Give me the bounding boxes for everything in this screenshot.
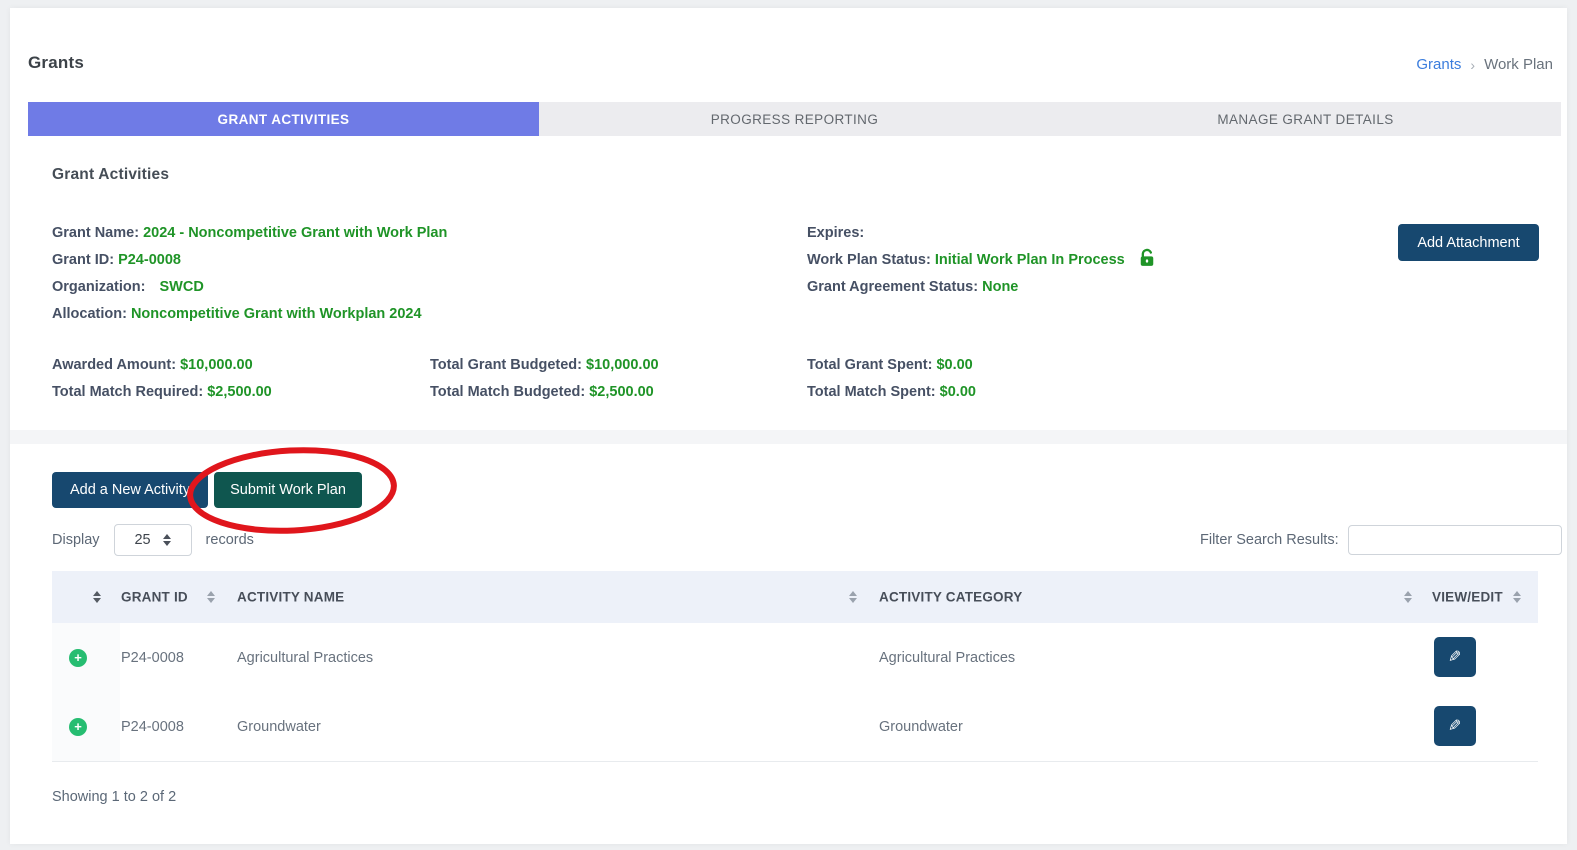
grant-name-label: Grant Name: xyxy=(52,225,139,241)
total-grant-spent-value: $0.00 xyxy=(936,357,972,373)
awarded-amount-label: Awarded Amount: xyxy=(52,357,176,373)
unlock-icon xyxy=(1137,248,1157,278)
filter-label: Filter Search Results: xyxy=(1200,532,1339,548)
records-label: records xyxy=(206,532,254,548)
total-match-budgeted-value: $2,500.00 xyxy=(589,384,654,400)
main-card: Grants Grants › Work Plan GRANT ACTIVITI… xyxy=(10,8,1567,844)
edit-row-button[interactable]: ✎ xyxy=(1434,637,1476,677)
breadcrumb-grants-link[interactable]: Grants xyxy=(1416,56,1461,73)
organization-label: Organization: xyxy=(52,279,145,295)
total-grant-spent-line: Total Grant Spent: $0.00 xyxy=(807,352,976,379)
total-grant-spent-label: Total Grant Spent: xyxy=(807,357,932,373)
awarded-amount-value: $10,000.00 xyxy=(180,357,253,373)
total-grant-budgeted-value: $10,000.00 xyxy=(586,357,659,373)
total-match-budgeted-label: Total Match Budgeted: xyxy=(430,384,585,400)
breadcrumb: Grants › Work Plan xyxy=(1416,56,1553,73)
expand-row-plus-icon[interactable]: + xyxy=(69,649,87,667)
total-match-budgeted-line: Total Match Budgeted: $2,500.00 xyxy=(430,379,659,406)
sort-icon[interactable] xyxy=(1404,591,1412,603)
grant-id-line: Grant ID: P24-0008 xyxy=(52,247,447,274)
total-match-required-value: $2,500.00 xyxy=(207,384,272,400)
total-grant-budgeted-label: Total Grant Budgeted: xyxy=(430,357,582,373)
tab-progress-reporting[interactable]: PROGRESS REPORTING xyxy=(539,102,1050,136)
grant-id-label: Grant ID: xyxy=(52,252,114,268)
total-match-required-line: Total Match Required: $2,500.00 xyxy=(52,379,272,406)
cell-activity-name: Agricultural Practices xyxy=(237,650,373,666)
allocation-label: Allocation: xyxy=(52,306,127,322)
table-row: + P24-0008 Groundwater Groundwater ✎ xyxy=(52,692,1538,762)
cell-activity-category: Groundwater xyxy=(879,719,963,735)
table-summary: Showing 1 to 2 of 2 xyxy=(52,789,176,805)
submit-work-plan-button[interactable]: Submit Work Plan xyxy=(214,472,362,508)
grant-agreement-status-label: Grant Agreement Status: xyxy=(807,279,978,295)
work-plan-status-line: Work Plan Status: Initial Work Plan In P… xyxy=(807,247,1157,274)
total-match-spent-label: Total Match Spent: xyxy=(807,384,936,400)
grant-agreement-status-value: None xyxy=(982,279,1018,295)
financial-column-2: Total Grant Budgeted: $10,000.00 Total M… xyxy=(430,352,659,406)
expires-line: Expires: xyxy=(807,220,1157,247)
tab-bar: GRANT ACTIVITIES PROGRESS REPORTING MANA… xyxy=(28,102,1561,136)
organization-line: Organization: SWCD xyxy=(52,274,447,301)
sort-icon[interactable] xyxy=(849,591,857,603)
column-header-activity-name[interactable]: ACTIVITY NAME xyxy=(237,590,344,605)
sort-icon[interactable] xyxy=(93,591,101,603)
awarded-amount-line: Awarded Amount: $10,000.00 xyxy=(52,352,272,379)
financial-column-3: Total Grant Spent: $0.00 Total Match Spe… xyxy=(807,352,976,406)
page-title: Grants xyxy=(28,53,84,73)
grant-info-left: Grant Name: 2024 - Noncompetitive Grant … xyxy=(52,220,447,328)
select-stepper-icon xyxy=(163,534,171,546)
cell-grant-id: P24-0008 xyxy=(121,650,184,666)
column-header-activity-category[interactable]: ACTIVITY CATEGORY xyxy=(879,590,1022,605)
table-row: + P24-0008 Agricultural Practices Agricu… xyxy=(52,623,1538,693)
tab-manage-grant-details[interactable]: MANAGE GRANT DETAILS xyxy=(1050,102,1561,136)
expires-label: Expires: xyxy=(807,225,864,241)
filter-control: Filter Search Results: xyxy=(1200,525,1562,555)
grant-agreement-status-line: Grant Agreement Status: None xyxy=(807,274,1157,301)
financial-column-1: Awarded Amount: $10,000.00 Total Match R… xyxy=(52,352,272,406)
column-header-grant-id[interactable]: GRANT ID xyxy=(121,590,188,605)
grant-info-right: Expires: Work Plan Status: Initial Work … xyxy=(807,220,1157,301)
organization-value: SWCD xyxy=(159,279,203,295)
total-grant-budgeted-line: Total Grant Budgeted: $10,000.00 xyxy=(430,352,659,379)
allocation-value: Noncompetitive Grant with Workplan 2024 xyxy=(131,306,422,322)
section-heading: Grant Activities xyxy=(52,166,169,184)
total-match-spent-line: Total Match Spent: $0.00 xyxy=(807,379,976,406)
work-plan-status-value: Initial Work Plan In Process xyxy=(935,252,1125,268)
sort-icon[interactable] xyxy=(1513,591,1521,603)
add-new-activity-button[interactable]: Add a New Activity xyxy=(52,472,208,508)
expand-row-plus-icon[interactable]: + xyxy=(69,718,87,736)
display-label: Display xyxy=(52,532,100,548)
work-plan-status-label: Work Plan Status: xyxy=(807,252,931,268)
grant-name-value: 2024 - Noncompetitive Grant with Work Pl… xyxy=(143,225,447,241)
allocation-line: Allocation: Noncompetitive Grant with Wo… xyxy=(52,301,447,328)
page-size-select[interactable]: 25 xyxy=(114,524,192,556)
total-match-spent-value: $0.00 xyxy=(940,384,976,400)
column-header-view-edit[interactable]: VIEW/EDIT xyxy=(1432,590,1503,605)
table-header: GRANT ID ACTIVITY NAME ACTIVITY CATEGORY… xyxy=(52,571,1538,623)
grant-name-line: Grant Name: 2024 - Noncompetitive Grant … xyxy=(52,220,447,247)
add-attachment-button[interactable]: Add Attachment xyxy=(1398,224,1539,261)
breadcrumb-current: Work Plan xyxy=(1484,56,1553,73)
edit-row-button[interactable]: ✎ xyxy=(1434,706,1476,746)
cell-activity-category: Agricultural Practices xyxy=(879,650,1015,666)
page-size-value: 25 xyxy=(134,532,150,548)
cell-grant-id: P24-0008 xyxy=(121,719,184,735)
total-match-required-label: Total Match Required: xyxy=(52,384,203,400)
tab-grant-activities[interactable]: GRANT ACTIVITIES xyxy=(28,102,539,136)
section-divider xyxy=(10,430,1567,444)
cell-activity-name: Groundwater xyxy=(237,719,321,735)
grant-id-value: P24-0008 xyxy=(118,252,181,268)
page-size-control: Display 25 records xyxy=(52,525,254,555)
filter-search-input[interactable] xyxy=(1348,525,1562,555)
breadcrumb-separator: › xyxy=(1470,57,1475,73)
edit-pencil-icon: ✎ xyxy=(1448,647,1461,667)
sort-icon[interactable] xyxy=(207,591,215,603)
edit-pencil-icon: ✎ xyxy=(1448,716,1461,736)
